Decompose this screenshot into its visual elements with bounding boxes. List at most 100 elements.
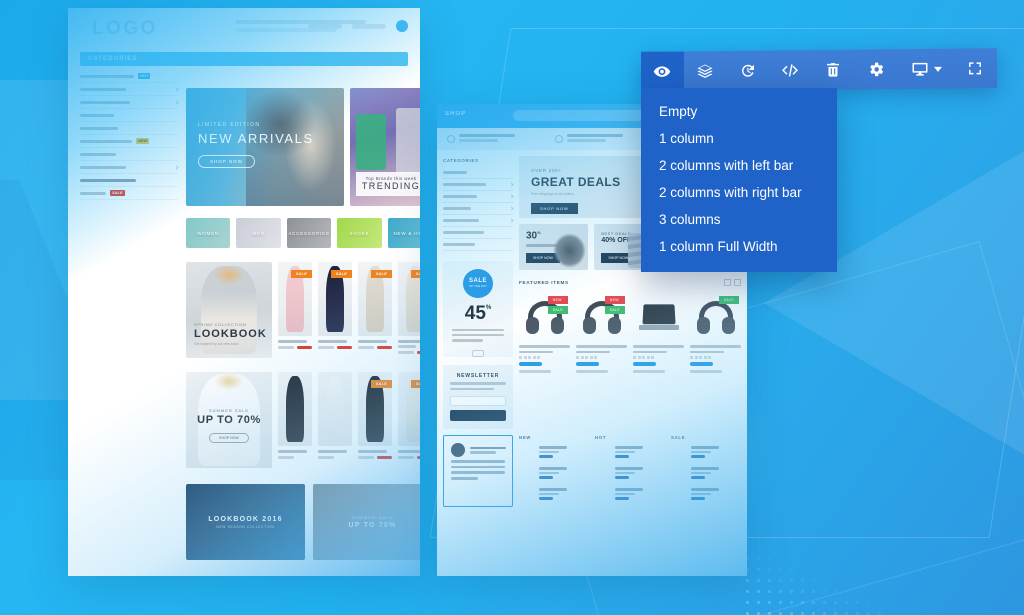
sidebar-item[interactable]: [80, 122, 178, 135]
layout-picker-dropdown[interactable]: Empty 1 column 2 columns with left bar 2…: [641, 88, 837, 272]
hero-shop-now-button[interactable]: SHOP NOW: [198, 155, 255, 168]
sidebar-item[interactable]: HOT: [80, 70, 178, 83]
sidebar-item[interactable]: [80, 96, 179, 109]
trash-icon[interactable]: [812, 50, 855, 90]
sidebar-item[interactable]: [443, 239, 513, 251]
shop-search-input[interactable]: [513, 110, 645, 121]
newsletter-submit-button[interactable]: [450, 410, 506, 422]
sidebar-item[interactable]: [80, 148, 178, 161]
column-header: SALE: [671, 435, 686, 441]
sidebar-item[interactable]: [443, 227, 513, 239]
sidebar-item[interactable]: [80, 161, 179, 174]
sidebar-item[interactable]: NEW: [80, 135, 178, 148]
newsletter-email-input[interactable]: [450, 396, 506, 407]
history-icon[interactable]: [727, 51, 770, 91]
sidebar-item[interactable]: [80, 109, 178, 122]
carousel-arrows[interactable]: [724, 279, 741, 286]
sidebar-item[interactable]: [80, 174, 178, 187]
product-card[interactable]: [278, 372, 312, 459]
list-item[interactable]: [595, 465, 665, 482]
fullscreen-icon[interactable]: [954, 48, 997, 88]
list-item[interactable]: [595, 486, 665, 503]
testimonial-card-selected[interactable]: [443, 435, 513, 508]
sidebar-item[interactable]: [443, 191, 514, 203]
category-tile[interactable]: SHOES: [337, 218, 382, 248]
layers-icon[interactable]: [684, 51, 727, 91]
eye-icon[interactable]: [641, 51, 684, 92]
product-card[interactable]: SALE: [358, 372, 392, 460]
newsletter-widget[interactable]: NEWSLETTER: [443, 365, 513, 430]
list-item[interactable]: [519, 486, 589, 503]
product-title: [633, 345, 684, 354]
sidebar-item[interactable]: [443, 167, 513, 179]
sidebar-item[interactable]: [443, 203, 514, 215]
search-icon[interactable]: [308, 23, 342, 29]
shop-hero-button[interactable]: SHOP NOW: [531, 203, 578, 214]
list-item[interactable]: [671, 444, 741, 461]
list-item[interactable]: [671, 486, 741, 503]
add-to-cart-button[interactable]: [633, 369, 665, 373]
account-icon[interactable]: [352, 23, 386, 29]
sidebar-item[interactable]: [443, 215, 514, 227]
layout-option-3-columns[interactable]: 3 columns: [641, 206, 837, 233]
fashion-sidebar[interactable]: HOT NEW SALE: [80, 70, 179, 570]
product-card[interactable]: SALE: [398, 372, 420, 460]
fashion-hero-banner[interactable]: LIMITED EDITION NEW ARRIVALS SHOP NOW: [186, 88, 344, 206]
monitor-icon[interactable]: [898, 49, 954, 89]
lookbook-banner[interactable]: SPRING COLLECTION LOOKBOOK Get inspired …: [186, 262, 272, 358]
add-to-cart-button[interactable]: [519, 369, 551, 373]
promo-card[interactable]: 30% SHOP NOW: [519, 224, 589, 270]
layout-option-2-col-left-bar[interactable]: 2 columns with left bar: [641, 152, 837, 179]
code-icon[interactable]: [769, 50, 812, 90]
product-card[interactable]: NEW SALE: [519, 292, 570, 373]
list-item[interactable]: [671, 465, 741, 482]
sale-promo-banner[interactable]: SUMMER SALE UP TO 70% SHOP NOW: [186, 372, 272, 468]
category-tile[interactable]: NEW & HOT: [387, 218, 420, 248]
bottom-banner[interactable]: SUMMER SALE UP TO 70%: [313, 484, 420, 560]
sidebar-item[interactable]: SALE: [80, 187, 178, 200]
product-card[interactable]: SALE: [358, 262, 392, 354]
layout-option-empty[interactable]: Empty: [641, 98, 837, 125]
fashion-header-actions[interactable]: [308, 20, 408, 32]
star-icon: [482, 515, 499, 532]
list-item[interactable]: [519, 465, 589, 482]
product-card[interactable]: SALE: [318, 262, 352, 354]
arrow-left-icon[interactable]: [724, 279, 731, 286]
list-item[interactable]: [595, 444, 665, 461]
gear-icon[interactable]: [855, 49, 898, 89]
fashion-store-mockup[interactable]: LOGO CATEGORIES HOT NEW SALE LIMITED EDI…: [68, 8, 420, 576]
feature-tile: [544, 515, 639, 546]
add-to-cart-button[interactable]: [576, 369, 608, 373]
column-header: HOT: [595, 435, 607, 441]
fashion-header: LOGO: [68, 8, 420, 52]
product-card[interactable]: [633, 292, 684, 373]
layout-option-1-column[interactable]: 1 column: [641, 125, 837, 152]
sidebar-item[interactable]: [443, 179, 514, 191]
sale-of-the-day-widget[interactable]: SALE OF THE DAY 45 %: [443, 261, 513, 357]
fashion-categories-bar[interactable]: CATEGORIES: [80, 52, 408, 66]
bottom-banner[interactable]: LOOKBOOK 2016 NEW SEASON COLLECTION: [186, 484, 305, 560]
add-to-cart-button[interactable]: [690, 369, 722, 373]
product-card[interactable]: SALE: [278, 262, 312, 354]
list-item[interactable]: [519, 444, 589, 461]
page-builder-toolbar[interactable]: [641, 48, 997, 92]
category-tile[interactable]: ACCESSORIES: [286, 218, 332, 248]
newsletter-copy: [450, 382, 506, 391]
product-card[interactable]: [318, 372, 352, 459]
product-card[interactable]: NEW SALE: [576, 292, 627, 373]
fashion-trending-banner[interactable]: Top Brands this week TRENDING: [350, 88, 420, 206]
category-tile[interactable]: MEN: [236, 218, 281, 248]
product-card[interactable]: SALE: [690, 292, 741, 373]
fashion-category-tiles[interactable]: WOMEN MEN ACCESSORIES SHOES NEW & HOT: [186, 218, 420, 248]
layout-option-1-col-full-width[interactable]: 1 column Full Width: [641, 233, 837, 260]
product-card[interactable]: SALE: [398, 262, 420, 355]
cart-icon[interactable]: [396, 20, 408, 32]
sale-shop-now-button[interactable]: SHOP NOW: [209, 433, 249, 443]
category-tile[interactable]: WOMEN: [186, 218, 231, 248]
chevron-down-icon[interactable]: [933, 66, 942, 72]
product-column: SALE: [671, 435, 741, 507]
layout-option-2-col-right-bar[interactable]: 2 columns with right bar: [641, 179, 837, 206]
sidebar-item[interactable]: [80, 83, 179, 96]
arrow-right-icon[interactable]: [734, 279, 741, 286]
shop-sidebar[interactable]: CATEGORIES SALE OF THE DAY 45 % NEWSLETT…: [443, 156, 514, 430]
